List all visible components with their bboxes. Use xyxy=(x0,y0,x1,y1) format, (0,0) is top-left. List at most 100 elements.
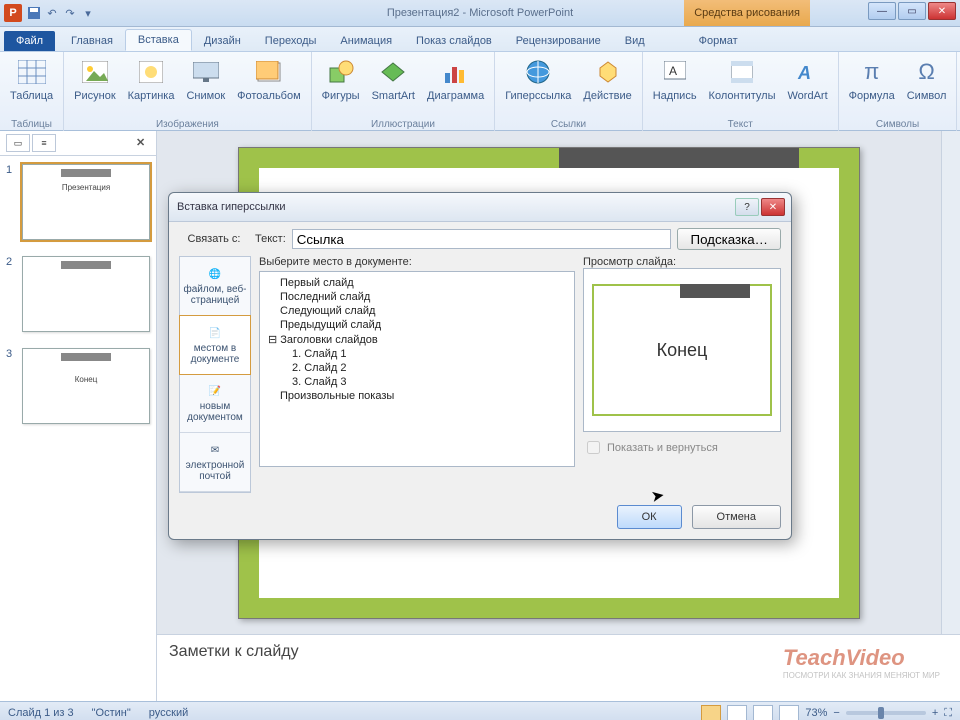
tab-format[interactable]: Формат xyxy=(687,31,750,51)
dialog-help-button[interactable]: ? xyxy=(735,198,759,216)
maximize-button[interactable]: ▭ xyxy=(898,2,926,20)
tab-home[interactable]: Главная xyxy=(59,31,125,51)
zoom-slider[interactable] xyxy=(846,711,926,715)
insert-clipart-button[interactable]: Картинка xyxy=(124,54,179,117)
slides-tab[interactable]: ▭ xyxy=(6,134,30,152)
view-sorter-button[interactable] xyxy=(727,705,747,720)
shapes-icon xyxy=(325,56,357,88)
vertical-scrollbar[interactable] xyxy=(941,131,960,634)
close-button[interactable]: ✕ xyxy=(928,2,956,20)
tab-view[interactable]: Вид xyxy=(613,31,657,51)
zoom-value[interactable]: 73% xyxy=(805,707,827,719)
linkto-new-doc[interactable]: 📝новым документом xyxy=(180,374,250,433)
insert-symbol-button[interactable]: ΩСимвол xyxy=(903,54,951,117)
save-icon[interactable] xyxy=(26,5,42,21)
label: Картинка xyxy=(128,90,175,102)
notes-pane[interactable]: Заметки к слайду xyxy=(157,634,960,701)
qat-customize-icon[interactable]: ▾ xyxy=(80,5,96,21)
view-reading-button[interactable] xyxy=(753,705,773,720)
linkto-file-web[interactable]: 🌐файлом, веб-страницей xyxy=(180,257,250,316)
thumb-slide-2[interactable]: 2 xyxy=(0,248,156,340)
label: Надпись xyxy=(653,90,697,102)
zoom-out-button[interactable]: − xyxy=(833,707,839,719)
svg-text:A: A xyxy=(797,63,811,83)
label: Показать и вернуться xyxy=(607,442,718,454)
view-slideshow-button[interactable] xyxy=(779,705,799,720)
ribbon-tabs: Файл Главная Вставка Дизайн Переходы Ани… xyxy=(0,27,960,52)
insert-picture-button[interactable]: Рисунок xyxy=(70,54,120,117)
group-title: Ссылки xyxy=(551,117,586,132)
tree-prev-slide[interactable]: Предыдущий слайд xyxy=(264,318,570,332)
tree-custom-shows[interactable]: Произвольные показы xyxy=(264,389,570,403)
tab-slideshow[interactable]: Показ слайдов xyxy=(404,31,504,51)
thumb-title: Конец xyxy=(75,375,98,384)
picture-icon xyxy=(79,56,111,88)
undo-icon[interactable]: ↶ xyxy=(44,5,60,21)
tab-review[interactable]: Рецензирование xyxy=(504,31,613,51)
insert-screenshot-button[interactable]: Снимок xyxy=(182,54,229,117)
view-normal-button[interactable] xyxy=(701,705,721,720)
outline-tab[interactable]: ≡ xyxy=(32,134,56,152)
label: новым документом xyxy=(180,401,250,423)
label: Рисунок xyxy=(74,90,116,102)
insert-action-button[interactable]: Действие xyxy=(579,54,635,117)
insert-table-button[interactable]: Таблица xyxy=(6,54,57,117)
tree-first-slide[interactable]: Первый слайд xyxy=(264,276,570,290)
minimize-button[interactable]: — xyxy=(868,2,896,20)
insert-textbox-button[interactable]: A Надпись xyxy=(649,54,701,117)
status-theme: "Остин" xyxy=(92,707,131,719)
tree-slide-2[interactable]: 2. Слайд 2 xyxy=(264,361,570,375)
textbox-icon: A xyxy=(659,56,691,88)
insert-headerfooter-button[interactable]: Колонтитулы xyxy=(705,54,780,117)
insert-chart-button[interactable]: Диаграмма xyxy=(423,54,488,117)
ok-button[interactable]: ОК xyxy=(617,505,682,529)
tab-design[interactable]: Дизайн xyxy=(192,31,253,51)
linkto-email[interactable]: ✉электронной почтой xyxy=(180,433,250,492)
tab-insert[interactable]: Вставка xyxy=(125,29,192,51)
display-text-input[interactable] xyxy=(292,229,672,249)
group-title: Текст xyxy=(728,117,753,132)
tab-transitions[interactable]: Переходы xyxy=(253,31,329,51)
panel-close-icon[interactable]: ✕ xyxy=(136,136,150,150)
tree-last-slide[interactable]: Последний слайд xyxy=(264,290,570,304)
dialog-title-bar[interactable]: Вставка гиперссылки ? ✕ xyxy=(169,193,791,222)
screentip-button[interactable]: Подсказка… xyxy=(677,228,781,250)
insert-shapes-button[interactable]: Фигуры xyxy=(318,54,364,117)
table-label: Таблица xyxy=(10,90,53,102)
status-bar: Слайд 1 из 3 "Остин" русский 73% − + ⛶ xyxy=(0,701,960,720)
tree-next-slide[interactable]: Следующий слайд xyxy=(264,304,570,318)
cancel-button[interactable]: Отмена xyxy=(692,505,781,529)
linkto-place-in-doc[interactable]: 📄местом в документе xyxy=(179,315,251,375)
insert-wordart-button[interactable]: AWordArt xyxy=(784,54,832,117)
globe-file-icon: 🌐 xyxy=(205,266,225,282)
svg-text:A: A xyxy=(669,64,677,78)
dialog-title: Вставка гиперссылки xyxy=(177,201,286,213)
insert-smartart-button[interactable]: SmartArt xyxy=(368,54,419,117)
place-tree[interactable]: Первый слайд Последний слайд Следующий с… xyxy=(259,271,575,467)
tab-animations[interactable]: Анимация xyxy=(328,31,404,51)
insert-hyperlink-button[interactable]: Гиперссылка xyxy=(501,54,575,117)
label: электронной почтой xyxy=(180,460,250,482)
fit-window-button[interactable]: ⛶ xyxy=(944,707,952,720)
redo-icon[interactable]: ↷ xyxy=(62,5,78,21)
status-language[interactable]: русский xyxy=(149,707,188,719)
thumb-slide-3[interactable]: 3 Конец xyxy=(0,340,156,432)
status-slide-count: Слайд 1 из 3 xyxy=(8,707,74,719)
thumb-number: 3 xyxy=(6,348,18,424)
tab-file[interactable]: Файл xyxy=(4,31,55,51)
tree-headings[interactable]: ⊟ Заголовки слайдов xyxy=(264,332,570,347)
dialog-close-button[interactable]: ✕ xyxy=(761,198,785,216)
link-to-bar: 🌐файлом, веб-страницей 📄местом в докумен… xyxy=(179,256,251,493)
document-place-icon: 📄 xyxy=(205,325,225,341)
window-title: Презентация2 - Microsoft PowerPoint xyxy=(0,7,960,19)
slide-preview: Конец xyxy=(583,268,781,432)
zoom-in-button[interactable]: + xyxy=(932,707,938,719)
preview-label: Просмотр слайда: xyxy=(583,256,781,268)
insert-album-button[interactable]: Фотоальбом xyxy=(233,54,305,117)
tree-slide-1[interactable]: 1. Слайд 1 xyxy=(264,347,570,361)
group-images: Рисунок Картинка Снимок Фотоальбом Изобр… xyxy=(64,52,312,132)
tree-slide-3[interactable]: 3. Слайд 3 xyxy=(264,375,570,389)
thumb-slide-1[interactable]: 1 Презентация xyxy=(0,156,156,248)
insert-equation-button[interactable]: πФормула xyxy=(845,54,899,117)
label: Фигуры xyxy=(322,90,360,102)
